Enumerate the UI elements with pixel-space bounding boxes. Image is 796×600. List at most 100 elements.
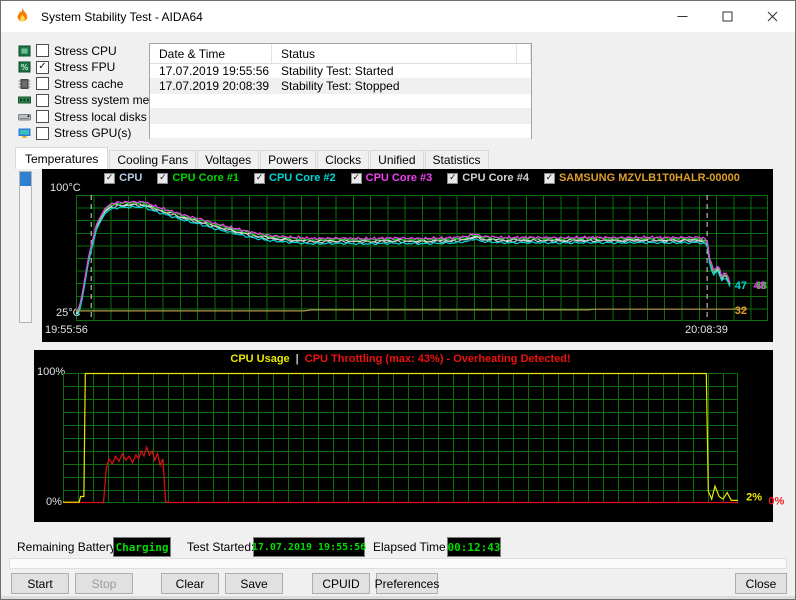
battery-value-display: Charging bbox=[113, 537, 171, 557]
usage-title-left: CPU Usage bbox=[230, 353, 289, 365]
preferences-button[interactable]: Preferences bbox=[376, 573, 438, 594]
log-cell-datetime: 17.07.2019 20:08:39 bbox=[150, 79, 272, 93]
titlebar: System Stability Test - AIDA64 bbox=[1, 1, 795, 32]
x-axis-start-label: 19:55:56 bbox=[45, 324, 88, 336]
temperature-lines: 47484832 bbox=[76, 195, 796, 325]
svg-text:0%: 0% bbox=[768, 495, 784, 507]
temperature-chart: CPU CPU Core #1 CPU Core #2 CPU Core #3 … bbox=[42, 169, 773, 342]
log-cell-datetime: 17.07.2019 19:55:56 bbox=[150, 64, 272, 78]
usage-title-separator: | bbox=[296, 353, 299, 365]
window-bottom-edge bbox=[1, 596, 795, 600]
stop-button[interactable]: Stop bbox=[75, 573, 133, 594]
stress-fpu-label: Stress FPU bbox=[54, 60, 115, 74]
chart-scrollbar[interactable] bbox=[19, 171, 32, 323]
cpu-usage-chart: CPU Usage | CPU Throttling (max: 43%) - … bbox=[34, 350, 773, 522]
svg-text:%: % bbox=[20, 63, 28, 72]
legend-item-cpu-core-2[interactable]: CPU Core #2 bbox=[254, 172, 336, 184]
stress-cache-checkbox[interactable] bbox=[36, 77, 49, 90]
legend-checkbox[interactable] bbox=[254, 173, 265, 184]
temperature-legend: CPU CPU Core #1 CPU Core #2 CPU Core #3 … bbox=[76, 172, 768, 184]
tab-cooling-fans[interactable]: Cooling Fans bbox=[109, 150, 196, 169]
log-row-empty bbox=[150, 124, 531, 139]
legend-item-cpu-core-3[interactable]: CPU Core #3 bbox=[351, 172, 433, 184]
panel-bottom-edge bbox=[9, 558, 787, 569]
memory-module-icon bbox=[17, 94, 31, 106]
y-axis-max-label: 100% bbox=[37, 366, 65, 378]
gpu-monitor-icon bbox=[17, 127, 31, 139]
usage-lines: 2% 0% bbox=[63, 373, 796, 507]
stress-cache-label: Stress cache bbox=[54, 77, 123, 91]
window-title: System Stability Test - AIDA64 bbox=[41, 10, 203, 24]
stress-cpu-checkbox[interactable] bbox=[36, 44, 49, 57]
cpu-chip-icon bbox=[17, 45, 31, 57]
cache-chip-icon bbox=[17, 78, 31, 90]
close-dialog-button[interactable]: Close bbox=[735, 573, 787, 594]
test-started-display: 17.07.2019 19:55:56 bbox=[253, 537, 365, 557]
stress-disks-checkbox[interactable] bbox=[36, 110, 49, 123]
stress-fpu-checkbox[interactable] bbox=[36, 61, 49, 74]
y-axis-min-label: 0% bbox=[46, 496, 62, 508]
legend-checkbox[interactable] bbox=[447, 173, 458, 184]
stress-gpu-label: Stress GPU(s) bbox=[54, 126, 131, 140]
clear-button[interactable]: Clear bbox=[161, 573, 219, 594]
log-row-started[interactable]: 17.07.2019 19:55:56 Stability Test: Star… bbox=[150, 64, 531, 79]
maximize-button[interactable] bbox=[705, 1, 750, 32]
elapsed-time-display: 00:12:43 bbox=[447, 537, 501, 557]
minimize-button[interactable] bbox=[660, 1, 705, 32]
legend-checkbox[interactable] bbox=[104, 173, 115, 184]
battery-label: Remaining Battery: bbox=[17, 540, 119, 554]
elapsed-time-label: Elapsed Time: bbox=[373, 540, 449, 554]
log-table-header: Date & Time Status bbox=[150, 44, 531, 64]
stress-disks-label: Stress local disks bbox=[54, 110, 147, 124]
stress-gpu-checkbox[interactable] bbox=[36, 127, 49, 140]
legend-item-cpu-core-4[interactable]: CPU Core #4 bbox=[447, 172, 529, 184]
legend-item-ssd[interactable]: SAMSUNG MZVLB1T0HALR-00000 bbox=[544, 172, 740, 184]
svg-text:32: 32 bbox=[735, 305, 747, 317]
start-button[interactable]: Start bbox=[11, 573, 69, 594]
tab-statistics[interactable]: Statistics bbox=[425, 150, 489, 169]
log-row-stopped[interactable]: 17.07.2019 20:08:39 Stability Test: Stop… bbox=[150, 79, 531, 94]
usage-title-right: CPU Throttling (max: 43%) - Overheating … bbox=[305, 353, 571, 365]
test-started-label: Test Started: bbox=[187, 540, 254, 554]
log-row-empty bbox=[150, 109, 531, 124]
legend-checkbox[interactable] bbox=[544, 173, 555, 184]
column-header-status[interactable]: Status bbox=[272, 44, 517, 63]
column-header-datetime[interactable]: Date & Time bbox=[150, 44, 272, 63]
aida64-flame-icon bbox=[13, 7, 32, 26]
log-cell-status: Stability Test: Started bbox=[272, 64, 517, 78]
test-log-table: Date & Time Status 17.07.2019 19:55:56 S… bbox=[149, 43, 532, 139]
maximize-icon bbox=[722, 11, 733, 22]
stability-test-window: System Stability Test - AIDA64 Stress CP… bbox=[0, 0, 796, 600]
usage-chart-title: CPU Usage | CPU Throttling (max: 43%) - … bbox=[63, 353, 738, 365]
tab-clocks[interactable]: Clocks bbox=[317, 150, 369, 169]
svg-text:48: 48 bbox=[754, 280, 766, 292]
save-button[interactable]: Save bbox=[225, 573, 283, 594]
legend-item-cpu-core-1[interactable]: CPU Core #1 bbox=[157, 172, 239, 184]
tab-temperatures[interactable]: Temperatures bbox=[15, 147, 108, 169]
svg-text:47: 47 bbox=[735, 280, 747, 292]
minimize-icon bbox=[677, 11, 688, 22]
legend-checkbox[interactable] bbox=[351, 173, 362, 184]
tab-voltages[interactable]: Voltages bbox=[197, 150, 259, 169]
fpu-percent-icon: % bbox=[17, 61, 31, 73]
stress-memory-checkbox[interactable] bbox=[36, 94, 49, 107]
temperature-plot-area: 47484832 bbox=[76, 195, 768, 321]
graph-tabs: Temperatures Cooling Fans Voltages Power… bbox=[15, 147, 490, 169]
log-row-empty bbox=[150, 94, 531, 109]
close-icon bbox=[767, 11, 778, 22]
svg-text:2%: 2% bbox=[746, 492, 762, 504]
cpuid-button[interactable]: CPUID bbox=[312, 573, 370, 594]
usage-plot-area: 2%0% bbox=[63, 373, 738, 503]
chart-scrollbar-thumb[interactable] bbox=[20, 172, 31, 186]
legend-checkbox[interactable] bbox=[157, 173, 168, 184]
y-axis-max-label: 100°C bbox=[50, 182, 81, 194]
tab-unified[interactable]: Unified bbox=[370, 150, 423, 169]
legend-item-cpu[interactable]: CPU bbox=[104, 172, 142, 184]
hard-disk-icon bbox=[17, 111, 31, 123]
log-cell-status: Stability Test: Stopped bbox=[272, 79, 517, 93]
stress-cpu-label: Stress CPU bbox=[54, 44, 117, 58]
tab-powers[interactable]: Powers bbox=[260, 150, 316, 169]
close-button[interactable] bbox=[750, 1, 795, 32]
x-axis-end-label: 20:08:39 bbox=[685, 324, 728, 336]
column-header-spacer bbox=[517, 44, 531, 63]
